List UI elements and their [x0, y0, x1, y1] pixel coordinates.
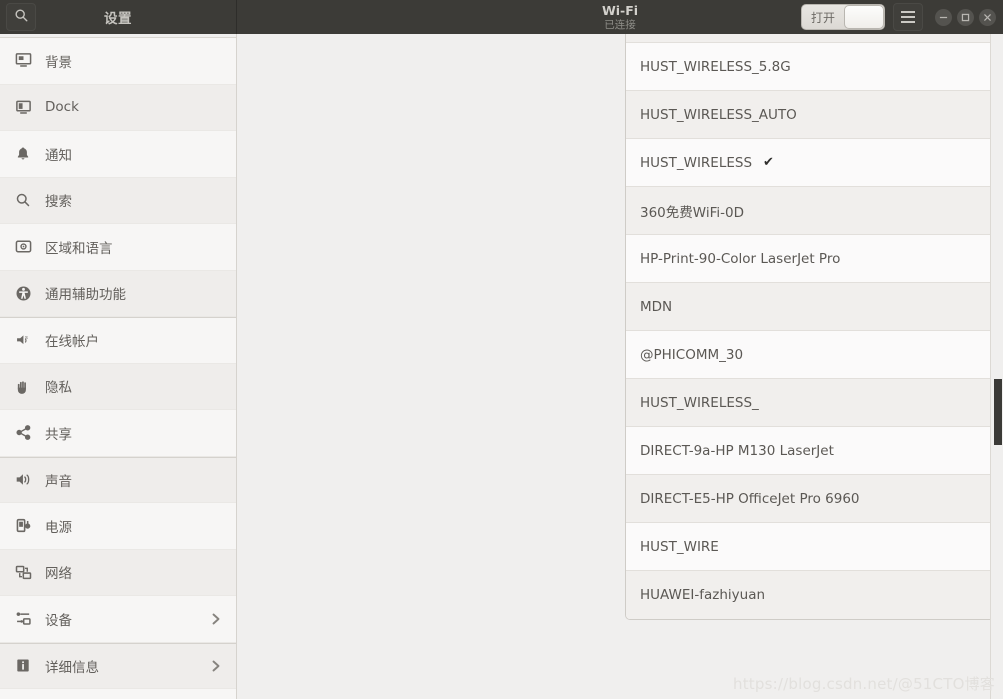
sidebar-item-label: 网络 — [45, 566, 72, 583]
connected-check-icon: ✔ — [763, 155, 774, 170]
sidebar-item-声音[interactable]: 声音 — [0, 456, 236, 503]
sidebar-item-label: 通知 — [45, 147, 72, 164]
sidebar-item-label: 在线帐户 — [45, 334, 99, 351]
settings-title: 设置 — [104, 11, 132, 27]
sidebar-item-通知[interactable]: 通知 — [0, 131, 236, 178]
header-controls: 打开 — [801, 3, 1003, 31]
sidebar-item-label: 搜索 — [45, 194, 72, 211]
search-icon — [10, 191, 36, 209]
chevron-right-icon — [210, 612, 222, 626]
sidebar-item-label: Dock — [45, 99, 79, 116]
power-icon — [10, 517, 36, 535]
network-row[interactable]: HP-Print-90-Color LaserJet Pro — [626, 235, 1003, 283]
network-ssid: @PHICOMM_30 — [640, 346, 744, 363]
network-row[interactable]: MDN — [626, 283, 1003, 331]
network-ssid: HUST_WIRE — [640, 538, 719, 555]
wifi-content: RAK7258_15C6 HUST_WIRELESS_5.8G HUST_WIREL… — [237, 34, 1003, 699]
wallpaper-icon — [10, 52, 36, 70]
network-ssid: HP-Print-90-Color LaserJet Pro — [640, 250, 841, 267]
wifi-toggle-label: 打开 — [810, 10, 835, 25]
network-ssid: DIRECT-9a-HP M130 LaserJet — [640, 442, 834, 459]
sidebar-item-背景[interactable]: 背景 — [0, 38, 236, 85]
info-icon — [10, 657, 36, 675]
network-ssid: HUST_WIRELESS — [640, 154, 753, 171]
network-row[interactable]: HUST_WIRE — [626, 523, 1003, 571]
bell-icon — [10, 145, 36, 163]
devices-icon — [10, 610, 36, 628]
page-subtitle: 已连接 — [604, 18, 636, 31]
minimize-icon[interactable] — [935, 8, 952, 26]
header-content-section: Wi-Fi 已连接 打开 — [237, 0, 1003, 34]
sidebar-item-通用辅助功能[interactable]: 通用辅助功能 — [0, 270, 236, 317]
network-row[interactable]: DIRECT-9a-HP M130 LaserJet — [626, 427, 1003, 475]
sound-icon — [10, 471, 36, 489]
sidebar-item-隐私[interactable]: 隐私 — [0, 363, 236, 410]
network-ssid: HUST_WIRELESS_5.8G — [640, 58, 791, 75]
maximize-icon[interactable] — [957, 8, 974, 26]
sidebar-item-label: 区域和语言 — [45, 240, 113, 257]
wifi-network-list: RAK7258_15C6 HUST_WIRELESS_5.8G HUST_WIREL… — [625, 34, 1003, 620]
sidebar-item-dock[interactable]: Dock — [0, 84, 236, 131]
network-row[interactable]: @PHICOMM_30 — [626, 331, 1003, 379]
network-ssid: DIRECT-E5-HP OfficeJet Pro 6960 — [640, 490, 860, 507]
settings-sidebar: 背景 Dock 通知搜索区域和语言通用辅助功能 s 在线帐户隐私共享声音电源网络设备详细… — [0, 34, 237, 699]
network-ssid: HUST_WIRELESS_ — [640, 394, 759, 411]
sidebar-item-设备[interactable]: 设备 — [0, 596, 236, 643]
sidebar-item-网络[interactable]: 网络 — [0, 549, 236, 596]
network-icon — [10, 563, 36, 581]
search-button[interactable] — [6, 3, 36, 31]
hamburger-menu-icon[interactable] — [893, 3, 923, 31]
privacy-hand-icon — [10, 377, 36, 395]
sidebar-item-label: 背景 — [45, 54, 72, 71]
header-bar: 设置 Wi-Fi 已连接 打开 — [0, 0, 1003, 34]
window-body: 背景 Dock 通知搜索区域和语言通用辅助功能 s 在线帐户隐私共享声音电源网络设备详细… — [0, 34, 1003, 699]
sidebar-item-label: 声音 — [45, 473, 72, 490]
wifi-toggle[interactable]: 打开 — [801, 4, 885, 30]
network-ssid: HUST_WIRELESS_AUTO — [640, 106, 797, 123]
sidebar-item-label: 通用辅助功能 — [45, 287, 126, 304]
sidebar-item-label: 共享 — [45, 426, 72, 443]
network-row[interactable]: HUST_WIRELESS_5.8G — [626, 43, 1003, 91]
globe-icon — [10, 238, 36, 256]
settings-window: 设置 Wi-Fi 已连接 打开 背景 Dock 通知 搜索 区域和语言 通用辅助… — [0, 0, 1003, 699]
network-list-viewport: RAK7258_15C6 HUST_WIRELESS_5.8G HUST_WIREL… — [625, 34, 1003, 699]
sidebar-item-区域和语言[interactable]: 区域和语言 — [0, 224, 236, 271]
header-sidebar-section: 设置 — [0, 0, 237, 34]
sidebar-item-在线帐户[interactable]: s 在线帐户 — [0, 317, 236, 364]
network-row[interactable]: HUAWEI-fazhiyuan — [626, 571, 1003, 619]
network-row[interactable]: HUST_WIRELESS ✔ — [626, 139, 1003, 187]
sidebar-item-共享[interactable]: 共享 — [0, 410, 236, 457]
sidebar-item-label: 电源 — [45, 519, 72, 536]
network-row[interactable]: RAK7258_15C6 — [626, 34, 1003, 43]
sidebar-item-详细信息[interactable]: 详细信息 — [0, 642, 236, 689]
sidebar-item-label: 设备 — [45, 612, 72, 629]
wifi-toggle-knob[interactable] — [844, 5, 884, 29]
sidebar-item-搜索[interactable]: 搜索 — [0, 177, 236, 224]
accessibility-icon — [10, 284, 36, 302]
sidebar-item-电源[interactable]: 电源 — [0, 503, 236, 550]
search-icon — [14, 8, 29, 27]
window-controls — [935, 8, 996, 26]
sidebar-item-label: 隐私 — [45, 380, 72, 397]
sidebar-item-list: 背景 Dock 通知搜索区域和语言通用辅助功能 s 在线帐户隐私共享声音电源网络设备详细… — [0, 38, 236, 689]
network-ssid: MDN — [640, 298, 673, 315]
scrollbar-thumb[interactable] — [994, 379, 1002, 445]
online-accounts-icon: s — [10, 331, 36, 349]
share-icon — [10, 424, 36, 442]
network-ssid: HUAWEI-fazhiyuan — [640, 587, 766, 603]
network-row[interactable]: DIRECT-E5-HP OfficeJet Pro 6960 — [626, 475, 1003, 523]
dock-icon — [10, 98, 36, 116]
page-title: Wi-Fi — [601, 2, 639, 18]
network-row[interactable]: HUST_WIRELESS_ — [626, 379, 1003, 427]
close-icon[interactable] — [979, 8, 996, 26]
network-row[interactable]: 360免费WiFi-0D — [626, 187, 1003, 235]
network-row[interactable]: HUST_WIRELESS_AUTO — [626, 91, 1003, 139]
network-ssid: 360免费WiFi-0D — [640, 204, 744, 221]
vertical-scrollbar[interactable] — [990, 34, 1003, 699]
chevron-right-icon — [210, 659, 222, 673]
sidebar-item-label: 详细信息 — [45, 659, 99, 676]
